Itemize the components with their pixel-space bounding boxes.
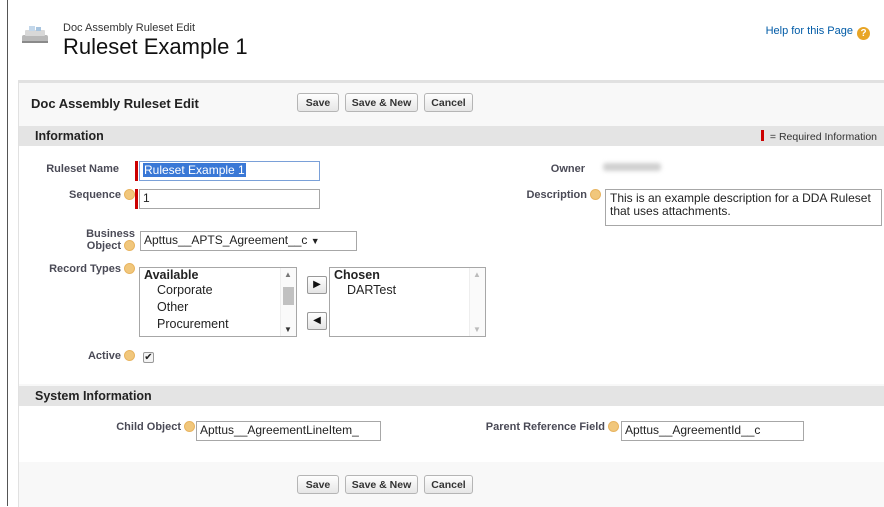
info-icon bbox=[124, 263, 135, 274]
info-icon bbox=[124, 240, 135, 251]
available-header: Available bbox=[144, 268, 199, 282]
ruleset-name-value[interactable]: Ruleset Example 1 bbox=[143, 163, 246, 177]
system-information-section-title: System Information bbox=[35, 389, 152, 403]
required-indicator bbox=[760, 130, 764, 141]
required-legend-text: = Required Information bbox=[769, 131, 877, 143]
help-link[interactable]: Help for this Page? bbox=[766, 25, 870, 40]
chosen-list-scrollbar[interactable]: ▲ ▼ bbox=[469, 268, 485, 336]
save-and-new-button[interactable]: Save & New bbox=[345, 93, 418, 112]
scroll-up-icon[interactable]: ▲ bbox=[473, 270, 481, 279]
information-section-title: Information bbox=[35, 129, 104, 143]
save-button-bottom[interactable]: Save bbox=[297, 475, 339, 494]
remove-from-chosen-button[interactable]: ◀ bbox=[307, 312, 327, 330]
cancel-button-bottom[interactable]: Cancel bbox=[424, 475, 473, 494]
business-object-label-line2: Object bbox=[86, 240, 121, 252]
active-label-wrap: Active bbox=[23, 350, 135, 362]
ruleset-name-required-bar bbox=[135, 161, 138, 181]
chevron-right-icon[interactable]: ▶ bbox=[313, 279, 321, 290]
checkmark-icon[interactable]: ✔ bbox=[144, 352, 152, 363]
owner-label: Owner bbox=[550, 163, 585, 175]
sequence-required-bar bbox=[135, 189, 138, 209]
info-icon bbox=[608, 421, 619, 432]
question-icon[interactable]: ? bbox=[857, 27, 870, 40]
save-button[interactable]: Save bbox=[297, 93, 339, 112]
scroll-down-icon[interactable]: ▼ bbox=[284, 325, 292, 334]
parent-reference-field-label: Parent Reference Field bbox=[485, 421, 605, 433]
info-icon bbox=[590, 189, 601, 200]
list-item[interactable]: Procurement bbox=[140, 316, 296, 333]
chevron-down-icon[interactable]: ▼ bbox=[311, 236, 320, 246]
add-to-chosen-button[interactable]: ▶ bbox=[307, 276, 327, 294]
description-textarea[interactable]: This is an example description for a DDA… bbox=[605, 189, 882, 226]
business-object-label-wrap: Business Object bbox=[23, 229, 135, 252]
parent-ref-label-wrap: Parent Reference Field bbox=[439, 421, 619, 433]
list-item[interactable]: Other bbox=[140, 299, 296, 316]
cancel-button[interactable]: Cancel bbox=[424, 93, 473, 112]
page-block-title: Doc Assembly Ruleset Edit bbox=[31, 96, 199, 111]
child-object-label-wrap: Child Object bbox=[23, 421, 195, 433]
information-section-header: Information = Required Information bbox=[19, 126, 884, 146]
sequence-input[interactable]: 1 bbox=[139, 189, 320, 209]
page-title: Ruleset Example 1 bbox=[63, 34, 248, 59]
child-object-input[interactable]: Apttus__AgreementLineItem_ bbox=[196, 421, 381, 441]
help-link-text[interactable]: Help for this Page bbox=[766, 25, 853, 37]
business-object-select[interactable]: Apttus__APTS_Agreement__c ▼ bbox=[140, 231, 357, 251]
child-object-label: Child Object bbox=[116, 421, 181, 433]
description-label-wrap: Description bbox=[479, 189, 601, 201]
scroll-down-icon[interactable]: ▼ bbox=[473, 325, 481, 334]
available-record-types-list[interactable]: Available Corporate Other Procurement ▲ … bbox=[139, 267, 297, 337]
record-types-label-wrap: Record Types bbox=[23, 263, 135, 275]
record-types-label: Record Types bbox=[49, 263, 121, 275]
active-label: Active bbox=[87, 350, 121, 362]
chosen-header: Chosen bbox=[334, 268, 380, 282]
parent-reference-field-input[interactable]: Apttus__AgreementId__c bbox=[621, 421, 804, 441]
required-legend: = Required Information bbox=[760, 130, 877, 143]
chevron-left-icon[interactable]: ◀ bbox=[313, 315, 321, 326]
information-section-body bbox=[19, 146, 884, 384]
list-item[interactable]: Corporate bbox=[140, 282, 296, 299]
ruleset-object-icon bbox=[22, 26, 48, 43]
scroll-up-icon[interactable]: ▲ bbox=[284, 270, 292, 279]
owner-name-redacted bbox=[603, 163, 661, 171]
page-subtitle: Doc Assembly Ruleset Edit bbox=[63, 22, 196, 34]
info-icon bbox=[124, 189, 135, 200]
sequence-label: Sequence bbox=[69, 189, 121, 201]
sequence-label-wrap: Sequence bbox=[23, 189, 135, 201]
info-icon bbox=[124, 350, 135, 361]
list-item[interactable]: DARTest bbox=[330, 282, 485, 299]
chosen-record-types-list[interactable]: Chosen DARTest ▲ ▼ bbox=[329, 267, 486, 337]
active-checkbox[interactable]: ✔ bbox=[143, 352, 154, 363]
business-object-value[interactable]: Apttus__APTS_Agreement__c bbox=[144, 233, 307, 247]
system-information-section-header: System Information bbox=[19, 386, 884, 406]
edit-page-block: Doc Assembly Ruleset Edit Save Save & Ne… bbox=[18, 80, 884, 507]
scrollbar-thumb[interactable] bbox=[283, 287, 294, 305]
info-icon bbox=[184, 421, 195, 432]
business-object-label-line1: Business bbox=[86, 228, 135, 240]
available-list-scrollbar[interactable]: ▲ ▼ bbox=[280, 268, 296, 336]
ruleset-name-input[interactable]: Ruleset Example 1 bbox=[139, 161, 320, 181]
save-and-new-button-bottom[interactable]: Save & New bbox=[345, 475, 418, 494]
description-label: Description bbox=[526, 189, 587, 201]
ruleset-name-label: Ruleset Name bbox=[46, 163, 119, 175]
window-frame-edge bbox=[7, 0, 8, 506]
